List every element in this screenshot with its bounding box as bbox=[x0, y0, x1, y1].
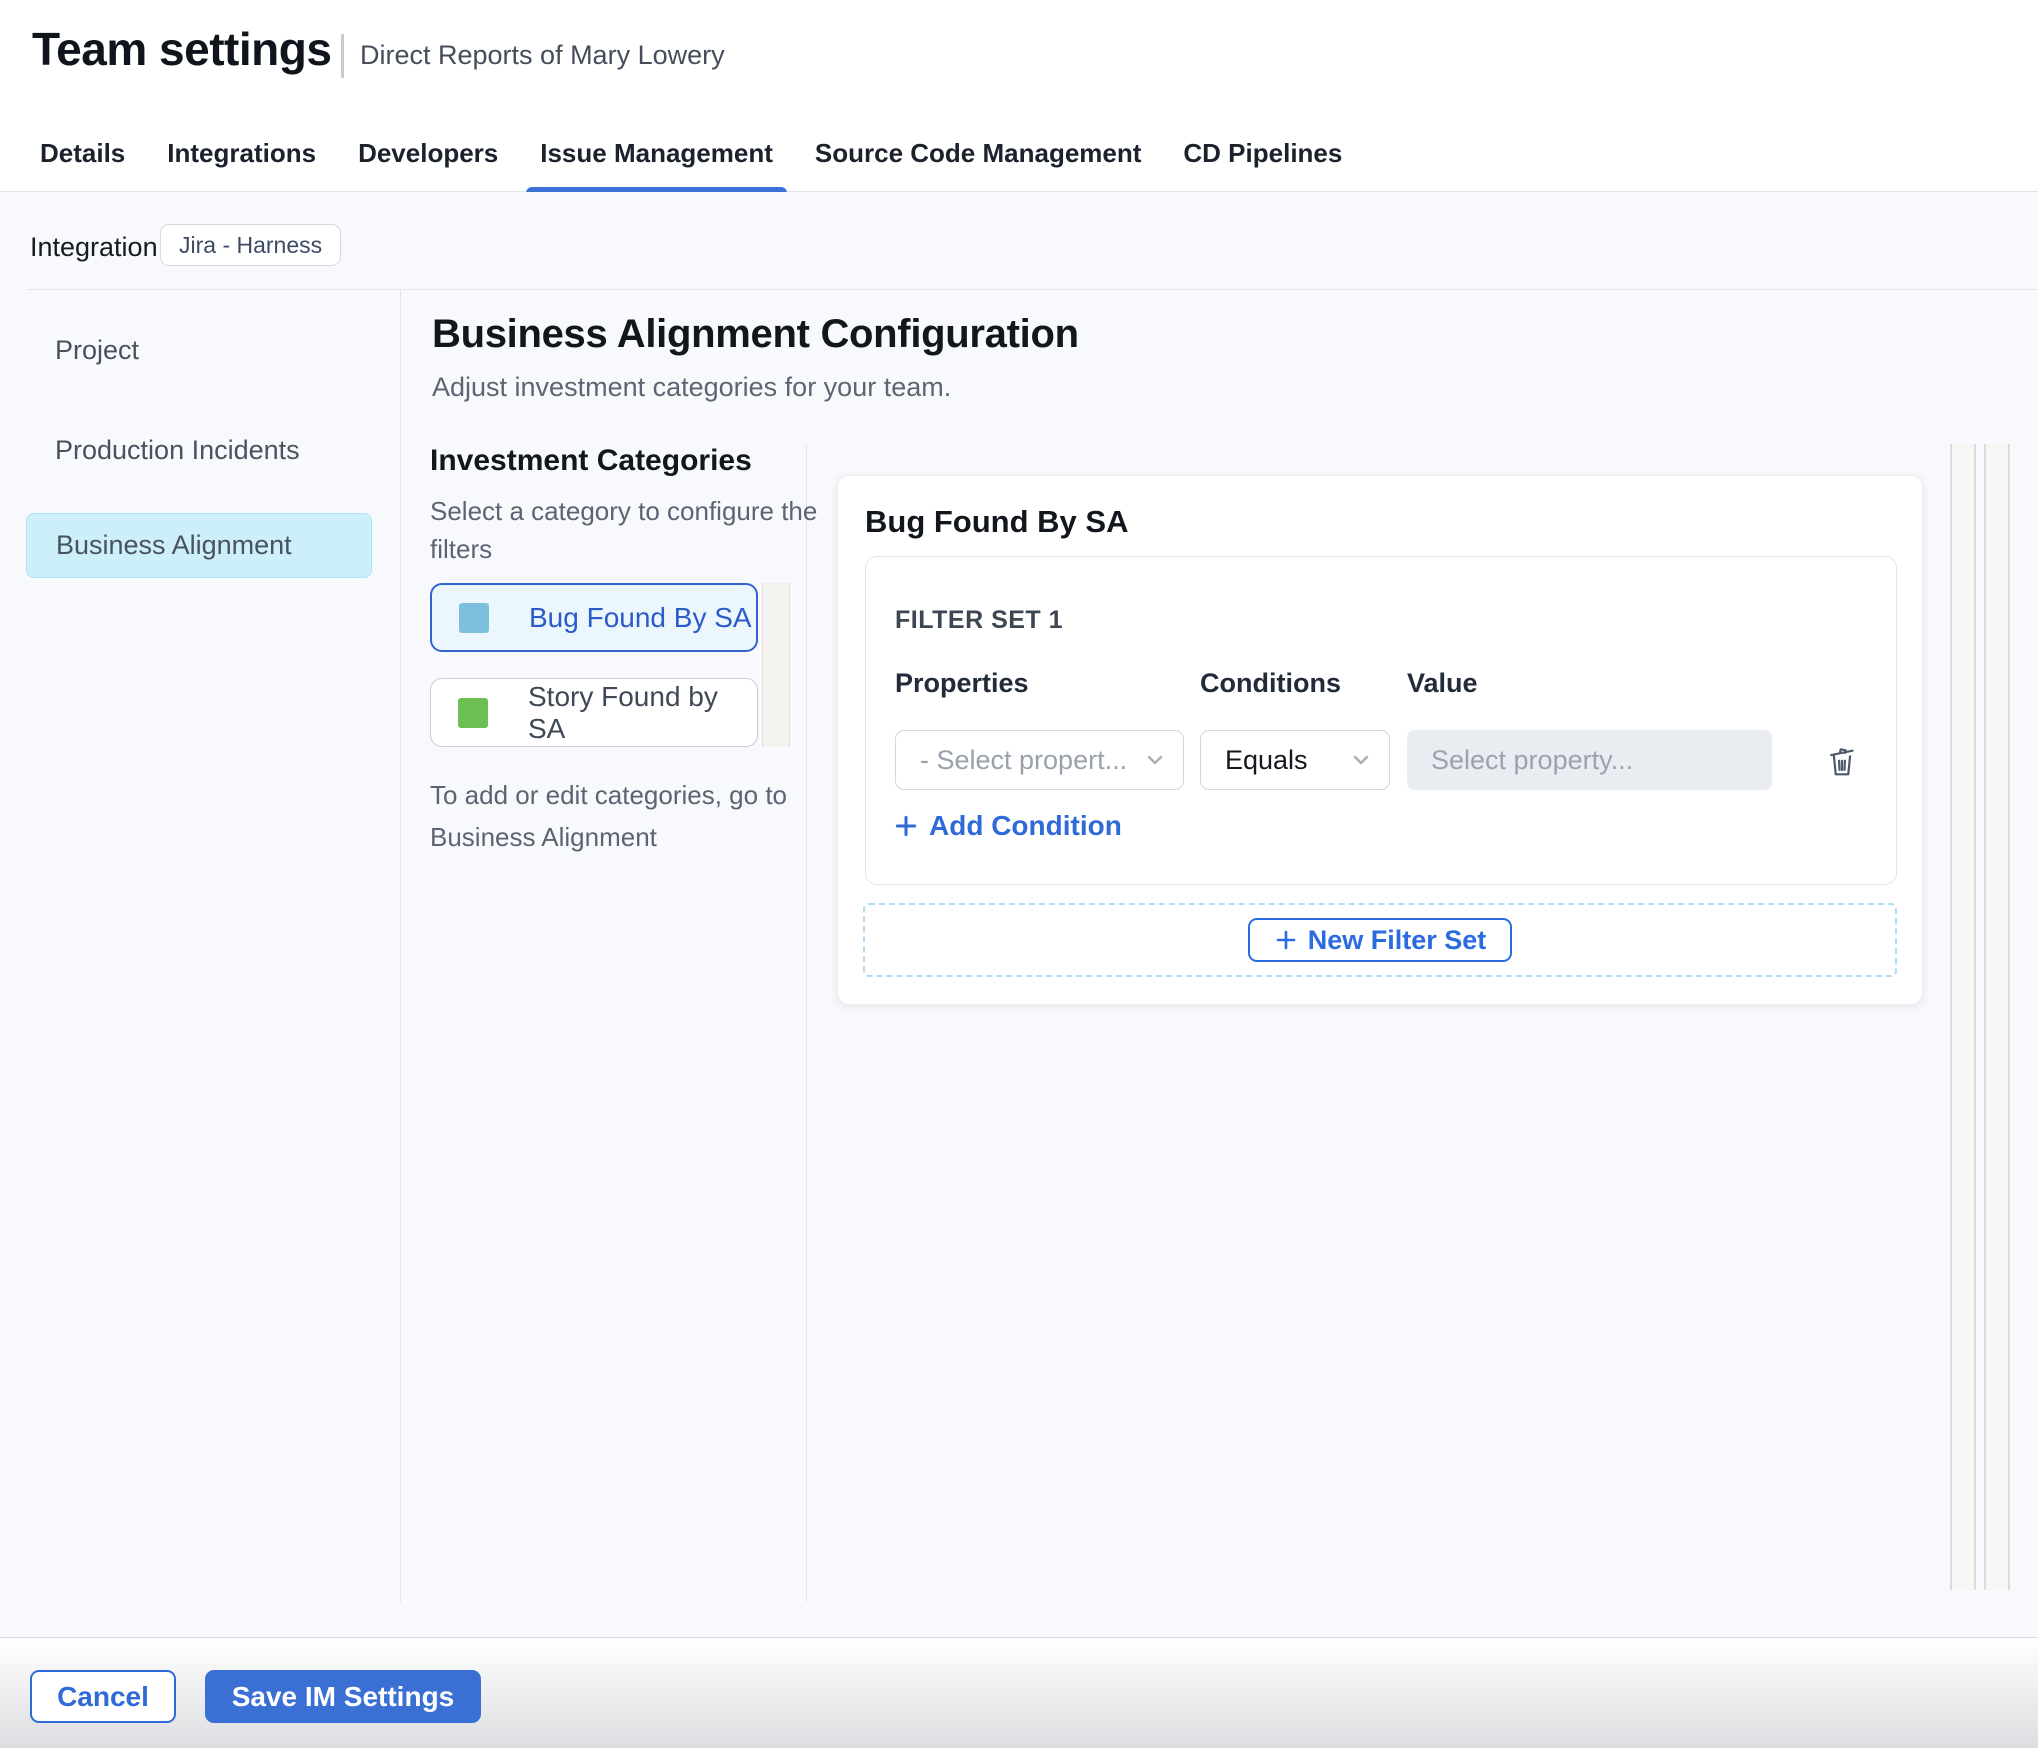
tab-label: Details bbox=[40, 137, 126, 168]
condition-select[interactable]: Equals bbox=[1200, 730, 1390, 790]
tab-label: Source Code Management bbox=[814, 137, 1142, 168]
sidebar-item-label: Production Incidents bbox=[55, 435, 300, 465]
category-color-swatch bbox=[458, 697, 488, 728]
delete-condition-button[interactable] bbox=[1818, 736, 1866, 784]
sidebar-item-production-incidents[interactable]: Production Incidents bbox=[26, 418, 372, 483]
category-label: Story Found by SA bbox=[528, 680, 718, 744]
section-subtitle: Adjust investment categories for your te… bbox=[432, 372, 952, 402]
category-list-scrollbar[interactable] bbox=[762, 583, 790, 747]
plus-icon bbox=[1274, 928, 1298, 952]
sidebar-divider bbox=[400, 289, 401, 1602]
new-filter-set-label: New Filter Set bbox=[1307, 924, 1487, 955]
new-filter-set-button[interactable]: New Filter Set bbox=[1247, 918, 1513, 962]
tab-label: Developers bbox=[358, 137, 499, 168]
note-line: To add or edit categories, go to bbox=[430, 780, 788, 810]
property-select-value: - Select propert... bbox=[920, 744, 1128, 775]
filter-set-title: FILTER SET 1 bbox=[895, 606, 1064, 634]
tab-bar: Details Integrations Developers Issue Ma… bbox=[0, 115, 2038, 193]
vertical-scrollbar-track[interactable] bbox=[1984, 444, 2010, 1590]
sidebar-item-business-alignment[interactable]: Business Alignment bbox=[26, 513, 372, 578]
cancel-button[interactable]: Cancel bbox=[30, 1670, 176, 1723]
category-label: Bug Found By SA bbox=[529, 601, 752, 633]
value-input[interactable] bbox=[1407, 730, 1772, 790]
value-column-label: Value bbox=[1407, 668, 1478, 698]
investment-categories-title: Investment Categories bbox=[430, 444, 752, 477]
page-subtitle: Direct Reports of Mary Lowery bbox=[360, 40, 725, 70]
vertical-scrollbar-track[interactable] bbox=[1950, 444, 1976, 1590]
chevron-down-icon bbox=[1143, 748, 1167, 772]
integration-label: Integration: bbox=[30, 232, 166, 262]
tab-source-code-management[interactable]: Source Code Management bbox=[815, 115, 1142, 192]
sidebar-item-label: Project bbox=[55, 335, 140, 365]
tab-label: Integrations bbox=[167, 137, 317, 168]
category-bug-found-by-sa[interactable]: Bug Found By SA bbox=[430, 583, 758, 652]
team-settings-page: Team settings Direct Reports of Mary Low… bbox=[0, 0, 2038, 1748]
categories-note: To add or edit categories, go to Busines… bbox=[430, 774, 787, 858]
note-line: Business Alignment bbox=[430, 822, 657, 852]
category-story-found-by-sa[interactable]: Story Found by SA bbox=[430, 678, 758, 747]
tab-cd-pipelines[interactable]: CD Pipelines bbox=[1183, 115, 1342, 192]
tab-issue-management[interactable]: Issue Management bbox=[526, 115, 787, 193]
title-divider bbox=[341, 34, 344, 78]
helper-line: Select a category to configure the bbox=[430, 496, 818, 526]
add-condition-button[interactable]: Add Condition bbox=[893, 810, 1122, 842]
plus-icon bbox=[893, 813, 919, 839]
tab-details[interactable]: Details bbox=[40, 115, 125, 192]
card-title: Bug Found By SA bbox=[865, 504, 1129, 539]
tab-label: CD Pipelines bbox=[1183, 137, 1343, 168]
tab-developers[interactable]: Developers bbox=[358, 115, 498, 192]
integration-chip[interactable]: Jira - Harness bbox=[160, 224, 342, 266]
trash-icon bbox=[1824, 741, 1860, 779]
sidebar-item-label: Business Alignment bbox=[56, 530, 292, 560]
save-im-settings-button[interactable]: Save IM Settings bbox=[205, 1670, 481, 1723]
section-title: Business Alignment Configuration bbox=[432, 312, 1079, 356]
condition-select-value: Equals bbox=[1225, 744, 1308, 775]
horizontal-divider bbox=[28, 289, 2038, 290]
property-select[interactable]: - Select propert... bbox=[895, 730, 1184, 790]
tab-integrations[interactable]: Integrations bbox=[167, 115, 316, 192]
conditions-column-label: Conditions bbox=[1200, 668, 1341, 698]
new-filter-set-dropzone: New Filter Set bbox=[863, 903, 1897, 977]
sidebar-item-project[interactable]: Project bbox=[26, 318, 372, 383]
properties-column-label: Properties bbox=[895, 668, 1029, 698]
tab-label: Issue Management bbox=[540, 137, 773, 168]
categories-divider bbox=[806, 445, 807, 1602]
category-color-swatch bbox=[459, 602, 489, 633]
add-condition-label: Add Condition bbox=[929, 810, 1122, 841]
chevron-down-icon bbox=[1349, 748, 1373, 772]
page-title: Team settings bbox=[32, 23, 332, 75]
investment-categories-helper: Select a category to configure the filte… bbox=[430, 492, 817, 568]
helper-line: filters bbox=[430, 534, 493, 564]
